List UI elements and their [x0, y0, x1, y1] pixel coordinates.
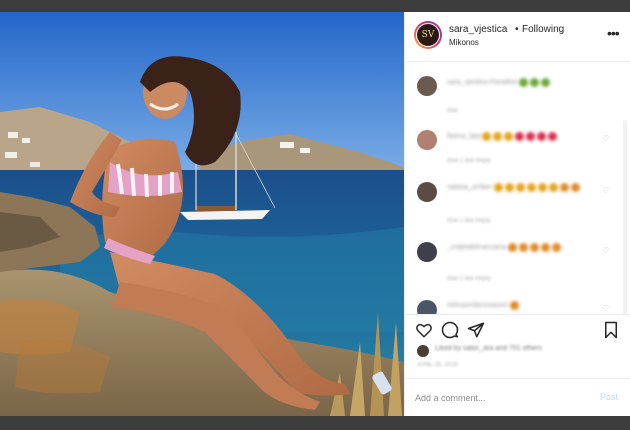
post-photo	[0, 12, 404, 416]
comment-text: natasa_amber	[447, 182, 607, 194]
window-backdrop-top	[0, 0, 630, 12]
comment-like-icon[interactable]: ♡	[602, 246, 609, 255]
comments-list: sara_vjestica Paradise 85w fasina_bjoj 8…	[405, 62, 630, 314]
comment-meta: 85w 1 like Reply	[447, 276, 491, 282]
comments-scrollbar[interactable]	[623, 120, 627, 314]
comment-body: _cvijetaleksanzana	[447, 244, 507, 251]
post-side-panel: SV sara_vjestica • Following Mikonos •••…	[404, 12, 630, 416]
like-heart-icon[interactable]	[415, 321, 433, 339]
comment-avatar[interactable]	[417, 130, 437, 150]
comment-meta: 85w	[447, 108, 459, 114]
liker-avatar	[417, 345, 429, 357]
following-button[interactable]: Following	[522, 24, 564, 35]
post-header: SV sara_vjestica • Following Mikonos •••	[405, 12, 630, 62]
comment-avatar[interactable]	[417, 242, 437, 262]
comment-body: fasina_bjoj	[447, 133, 481, 140]
share-send-icon[interactable]	[467, 321, 485, 339]
author-avatar-image: SV	[416, 23, 440, 47]
comment-meta: 85w 1 like Reply	[447, 218, 491, 224]
post-date: JUNE 28, 2019	[417, 362, 458, 368]
comment-bubble-icon[interactable]	[441, 321, 459, 339]
comment-text: milosamilanovasovi	[447, 300, 607, 312]
comment-text: fasina_bjoj	[447, 131, 607, 143]
comment-body: milosamilanovasovi	[447, 302, 508, 309]
comment-text: sara_vjestica Paradise	[447, 77, 607, 89]
comment-text: _cvijetaleksanzana	[447, 242, 607, 254]
comment-avatar[interactable]	[417, 300, 437, 314]
comment-like-icon[interactable]: ♡	[602, 304, 609, 313]
more-options-icon[interactable]: •••	[607, 25, 620, 41]
author-avatar[interactable]: SV	[414, 21, 442, 49]
save-bookmark-icon[interactable]	[603, 321, 619, 339]
instagram-post-modal: SV sara_vjestica • Following Mikonos •••…	[0, 12, 630, 416]
post-location[interactable]: Mikonos	[449, 38, 479, 47]
add-comment-bar: Post	[405, 378, 630, 416]
comment-like-icon[interactable]: ♡	[602, 134, 609, 143]
post-comment-button[interactable]: Post	[600, 392, 618, 402]
comment-like-icon[interactable]: ♡	[602, 186, 609, 195]
window-backdrop-bottom	[0, 416, 630, 430]
comment-meta: 85w 1 like Reply	[447, 158, 491, 164]
add-comment-input[interactable]	[415, 389, 575, 407]
comment-avatar[interactable]	[417, 182, 437, 202]
post-actions-bar	[405, 314, 630, 344]
likes-summary[interactable]: Liked by sabic_ara and 701 others	[417, 344, 617, 358]
likes-text: Liked by sabic_ara and 701 others	[435, 345, 543, 352]
comment-body: natasa_amber	[447, 184, 492, 191]
separator-dot: •	[515, 24, 519, 35]
comment-avatar[interactable]	[417, 76, 437, 96]
author-username[interactable]: sara_vjestica	[449, 24, 507, 35]
comment-body: sara_vjestica Paradise	[447, 79, 518, 86]
